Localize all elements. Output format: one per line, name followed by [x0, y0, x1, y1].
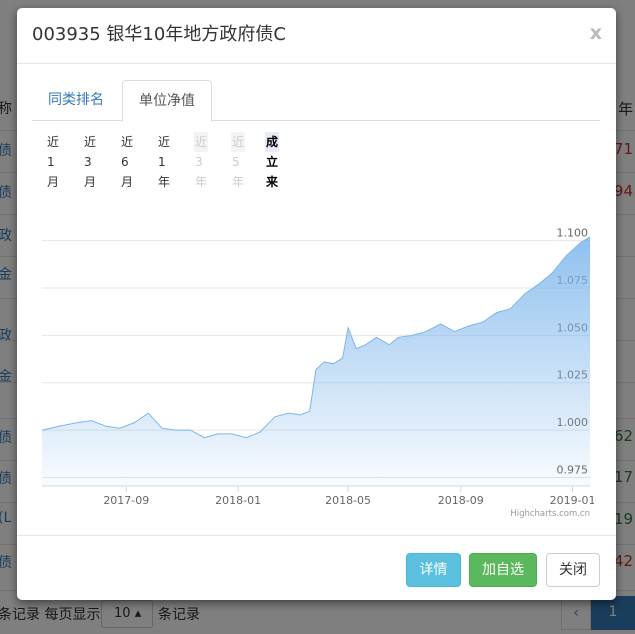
x-tick-label: 2018-09	[438, 494, 484, 507]
nav-chart: 0.9751.0001.0251.0501.0751.1002017-09201…	[42, 227, 594, 519]
tab-unit-nav[interactable]: 单位净值	[122, 80, 212, 122]
range-button: 近5年	[231, 132, 246, 189]
close-icon[interactable]: x	[590, 22, 602, 44]
series-area	[42, 236, 590, 486]
x-tick-label: 2018-05	[325, 494, 371, 507]
modal-title: 003935 银华10年地方政府债C	[32, 24, 286, 45]
range-button[interactable]: 成立来	[265, 132, 280, 189]
modal-header: 003935 银华10年地方政府债C x	[17, 8, 616, 64]
range-button[interactable]: 近1年	[157, 132, 171, 189]
range-button[interactable]: 近3月	[83, 132, 97, 189]
tab-peer-ranking[interactable]: 同类排名	[32, 80, 120, 121]
close-button[interactable]: 关闭	[546, 553, 600, 587]
y-tick-label: 1.100	[557, 227, 589, 240]
tab-bar: 同类排名 单位净值	[32, 80, 600, 122]
range-button[interactable]: 近1月	[46, 132, 60, 189]
x-tick-label: 2018-01	[215, 494, 261, 507]
modal-footer: 详情 加自选 关闭	[17, 535, 616, 600]
x-tick-label: 2017-09	[103, 494, 149, 507]
add-watchlist-button[interactable]: 加自选	[469, 553, 537, 587]
x-tick-label: 2019-01	[550, 494, 594, 507]
detail-button[interactable]: 详情	[406, 553, 461, 587]
fund-modal: 003935 银华10年地方政府债C x 同类排名 单位净值 近1月 近3月 近6月…	[17, 8, 616, 600]
chart-credits: Highcharts.com.cn	[510, 509, 590, 519]
range-button[interactable]: 近6月	[120, 132, 134, 189]
range-button: 近3年	[194, 132, 209, 189]
